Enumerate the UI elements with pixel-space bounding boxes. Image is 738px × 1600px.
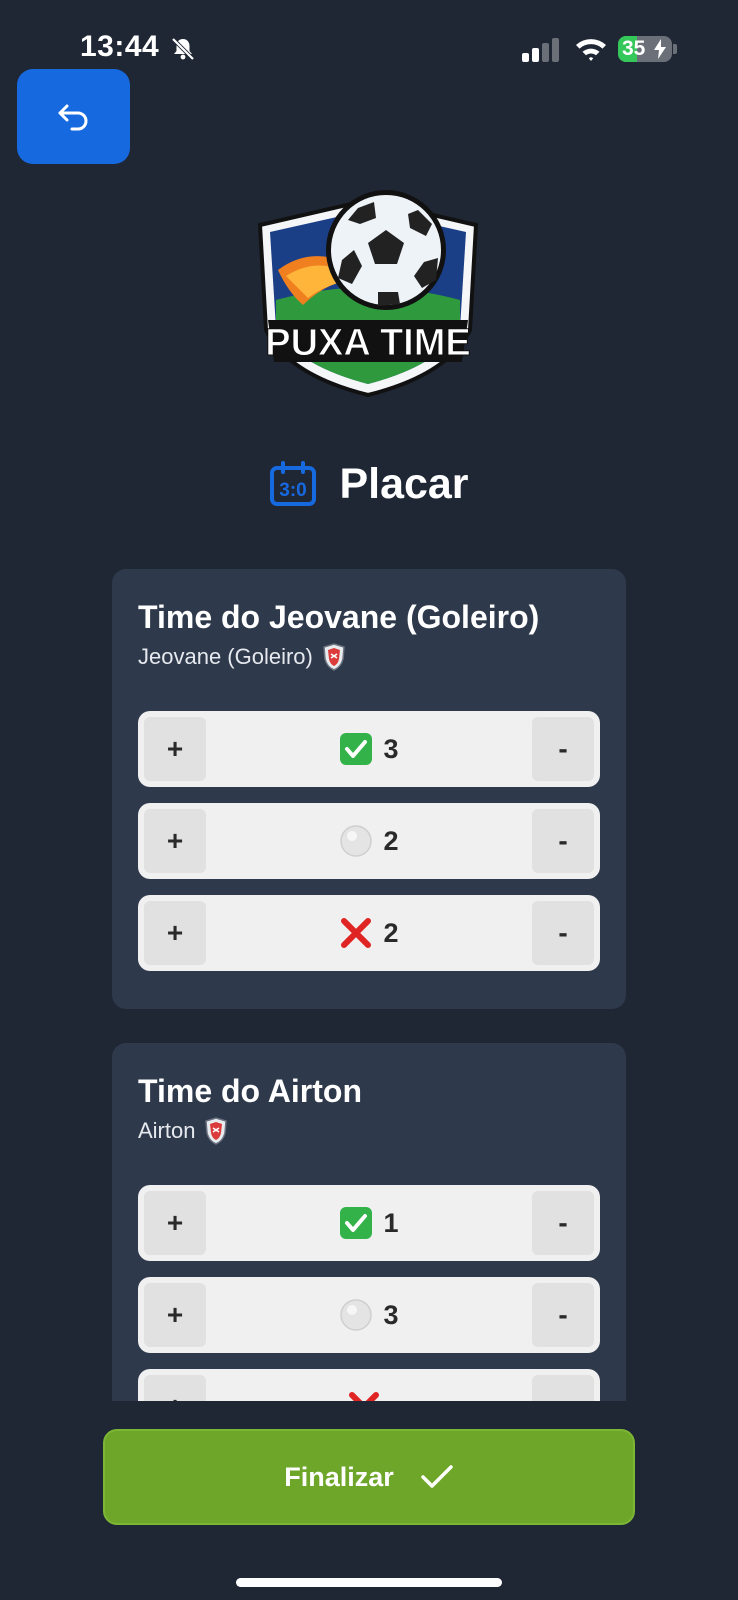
team-card: Time do Jeovane (Goleiro) Jeovane (Golei… <box>112 569 626 1009</box>
checkmark-icon <box>421 1465 453 1488</box>
shield-badge-icon <box>205 1117 228 1145</box>
puxa-time-logo: PUXA TIME <box>257 190 479 398</box>
counter-value: 2 <box>138 803 600 879</box>
increment-button[interactable]: + <box>144 1191 206 1255</box>
battery-percent: 35 <box>622 37 646 60</box>
decrement-button[interactable]: - <box>532 901 594 965</box>
shield-badge-icon <box>323 643 345 671</box>
decrement-button[interactable]: - <box>532 717 594 781</box>
svg-text:PUXA TIME: PUXA TIME <box>265 322 471 364</box>
white-circle-icon <box>340 825 373 857</box>
counter-value: 2 <box>138 895 600 971</box>
undo-arrow-icon <box>58 104 87 130</box>
draw-count: 2 <box>383 825 399 856</box>
check-mark-icon <box>340 1207 373 1239</box>
team-name: Time do Airton <box>138 1073 362 1109</box>
draw-counter: 3 + - <box>138 1277 600 1353</box>
team-name: Time do Jeovane (Goleiro) <box>138 599 540 635</box>
decrement-button[interactable]: - <box>532 1191 594 1255</box>
white-circle-icon <box>340 1299 373 1331</box>
loss-count: 2 <box>383 917 399 948</box>
win-counter: 1 + - <box>138 1185 600 1261</box>
scoreboard-icon: 3:0 <box>270 461 317 506</box>
increment-button[interactable]: + <box>144 717 206 781</box>
counter-value: 1 <box>138 1185 600 1261</box>
counter-value: 3 <box>138 1277 600 1353</box>
team-players: Airton <box>138 1117 600 1145</box>
loss-counter: 2 + - <box>138 895 600 971</box>
win-count: 3 <box>383 733 399 764</box>
draw-counter: 2 + - <box>138 803 600 879</box>
cellular-signal-icon <box>522 38 559 62</box>
increment-button[interactable]: + <box>144 1283 206 1347</box>
wifi-icon <box>576 39 606 61</box>
loss-counter: + - <box>138 1369 600 1401</box>
players-label: Airton <box>138 1118 196 1143</box>
home-indicator <box>236 1578 502 1587</box>
page-title: Placar <box>339 459 469 508</box>
cross-mark-icon <box>349 1392 379 1401</box>
players-label: Jeovane (Goleiro) <box>138 644 313 669</box>
win-count: 1 <box>383 1207 399 1238</box>
svg-text:3:0: 3:0 <box>280 480 307 501</box>
page-header: 3:0 Placar <box>0 452 738 516</box>
increment-button[interactable]: + <box>144 1375 206 1401</box>
back-button[interactable] <box>17 69 130 164</box>
counter-value <box>138 1369 600 1401</box>
charging-bolt-icon <box>654 39 666 59</box>
counter-value: 3 <box>138 711 600 787</box>
decrement-button[interactable]: - <box>532 1375 594 1401</box>
battery-cap <box>673 44 677 54</box>
cross-mark-icon <box>341 918 372 948</box>
bell-muted-icon <box>171 37 195 61</box>
finalize-button[interactable]: Finalizar <box>103 1429 635 1525</box>
increment-button[interactable]: + <box>144 901 206 965</box>
status-time: 13:44 <box>80 30 160 63</box>
team-players: Jeovane (Goleiro) <box>138 643 600 671</box>
finalize-label: Finalizar <box>284 1461 394 1492</box>
battery-indicator: 35 <box>618 36 672 62</box>
team-card: Time do Airton Airton 1 + - 3 + - <box>112 1043 626 1401</box>
draw-count: 3 <box>383 1299 399 1330</box>
check-mark-icon <box>340 733 373 765</box>
decrement-button[interactable]: - <box>532 1283 594 1347</box>
increment-button[interactable]: + <box>144 809 206 873</box>
decrement-button[interactable]: - <box>532 809 594 873</box>
win-counter: 3 + - <box>138 711 600 787</box>
scoreboard-list[interactable]: Time do Jeovane (Goleiro) Jeovane (Golei… <box>0 540 738 1401</box>
